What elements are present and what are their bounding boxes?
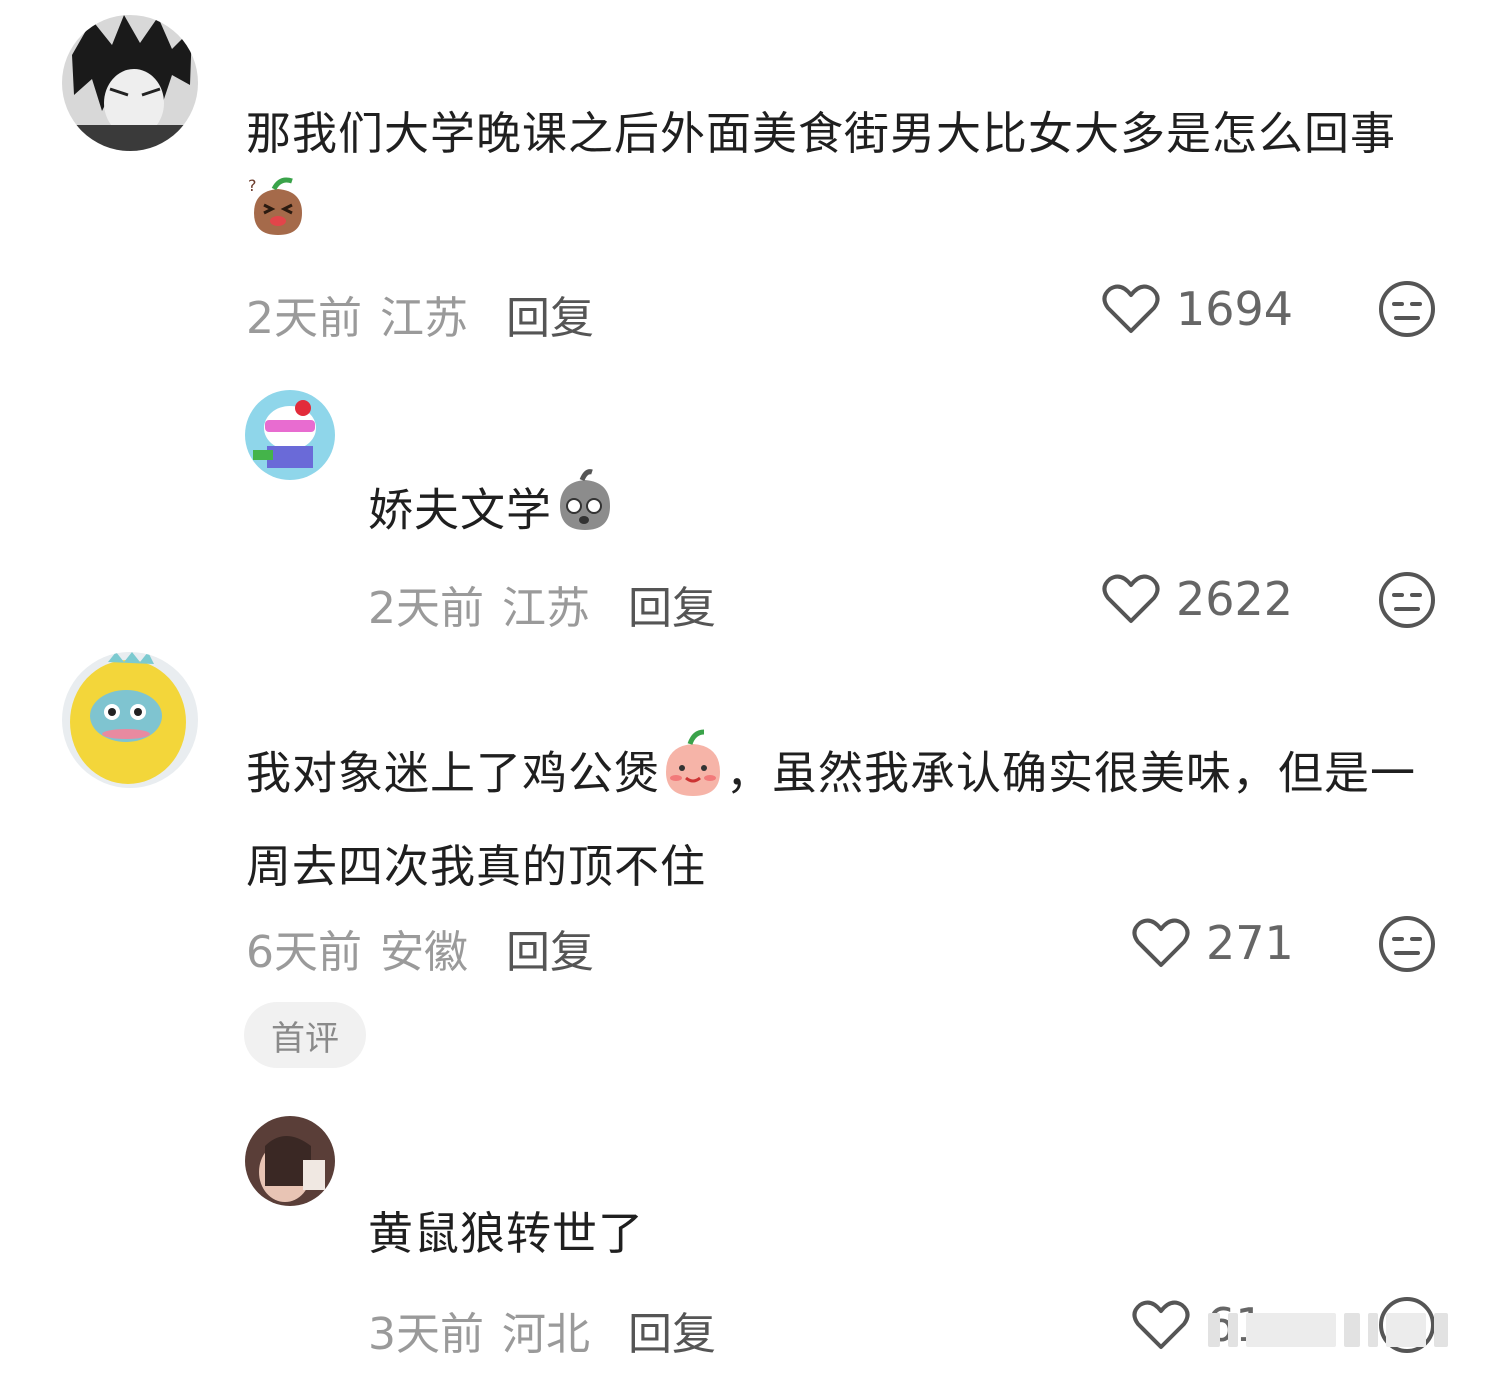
meh-face-icon: [1379, 281, 1435, 337]
comment-meta: 3天前 河北 回复: [368, 1298, 716, 1362]
dislike-button[interactable]: [1378, 915, 1436, 977]
like-count: 2622: [1176, 572, 1294, 626]
reply-button[interactable]: 回复: [628, 1298, 716, 1362]
sack-shocked-emoji: [552, 466, 618, 561]
heart-icon: [1102, 574, 1160, 623]
avatar[interactable]: [245, 1116, 335, 1206]
comment-meta: 2天前 江苏 回复: [246, 282, 594, 346]
avatar[interactable]: [62, 15, 198, 151]
peach-blush-emoji: [660, 728, 726, 825]
dislike-button[interactable]: [1378, 571, 1436, 633]
avatar[interactable]: [245, 390, 335, 480]
comment-time: 2天前: [368, 583, 484, 634]
svg-text:?: ?: [248, 177, 258, 195]
comment-location: 河北: [502, 1309, 590, 1360]
reply-button[interactable]: 回复: [506, 282, 594, 346]
like-button[interactable]: 1694: [1102, 282, 1293, 336]
comment-location: 江苏: [502, 583, 590, 634]
comment-time: 3天前: [368, 1309, 484, 1360]
comment-meta: 6天前 安徽 回复: [246, 916, 594, 980]
watermark: [1208, 1305, 1488, 1355]
comment-text: 那我们大学晚课之后外面美食街男大比女大多是怎么回事 ?: [246, 92, 1426, 266]
like-button[interactable]: 2622: [1102, 572, 1293, 626]
comment-location: 安徽: [380, 927, 468, 978]
meh-face-icon: [1379, 572, 1435, 628]
heart-icon: [1132, 1300, 1190, 1349]
comment-time: 2天前: [246, 293, 362, 344]
reply-button[interactable]: 回复: [628, 572, 716, 636]
comment-text: 我对象迷上了鸡公煲 ，虽然我承认确实很美味，但是一周去四次我真的顶不住: [246, 728, 1426, 909]
like-count: 271: [1206, 916, 1294, 970]
heart-icon: [1132, 918, 1190, 967]
reply-button[interactable]: 回复: [506, 916, 594, 980]
first-comment-badge: 首评: [244, 1002, 366, 1068]
comment-time: 6天前: [246, 927, 362, 978]
meh-face-icon: [1379, 916, 1435, 972]
sack-wince-emoji: ?: [246, 176, 310, 266]
like-button[interactable]: 271: [1132, 916, 1294, 970]
comment-location: 江苏: [380, 293, 468, 344]
like-count: 1694: [1176, 282, 1294, 336]
dislike-button[interactable]: [1378, 280, 1436, 342]
comment-text: 黄鼠狼转世了: [368, 1207, 645, 1260]
avatar[interactable]: [62, 652, 198, 788]
comment-text: 娇夫文学: [368, 466, 618, 561]
comment-meta: 2天前 江苏 回复: [368, 572, 716, 636]
heart-icon: [1102, 284, 1160, 333]
